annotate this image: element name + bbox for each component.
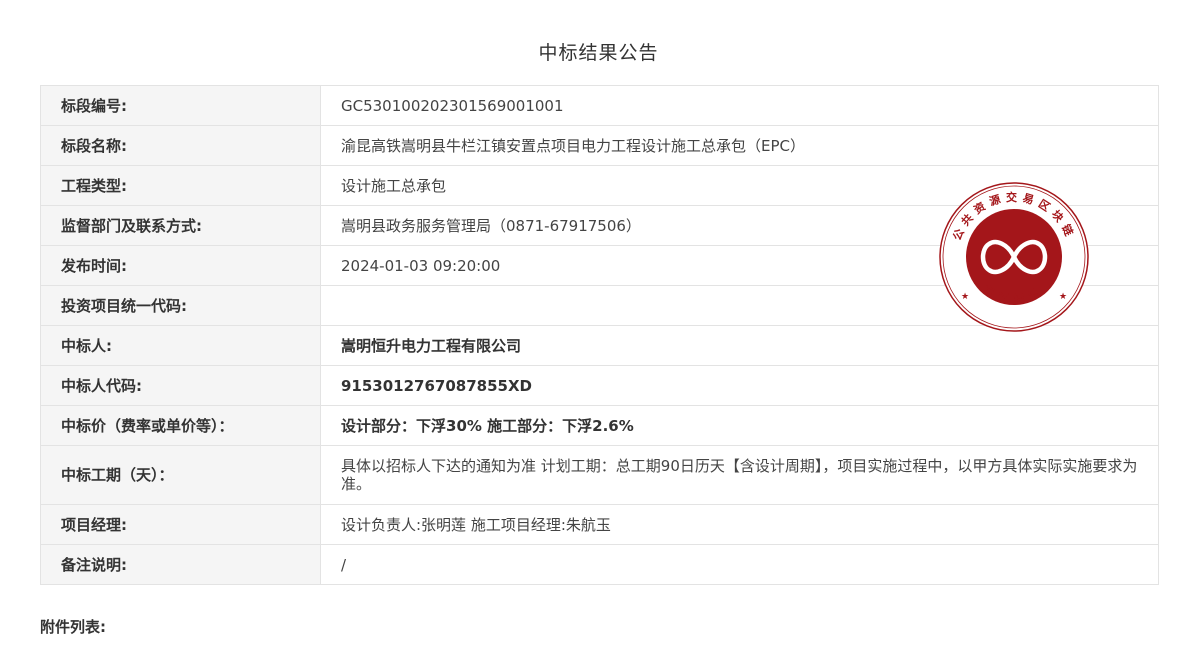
table-row: 中标价（费率或单价等）： 设计部分：下浮30% 施工部分：下浮2.6% (40, 405, 1159, 446)
seal-star-left: ★ (961, 292, 969, 302)
table-row: 中标工期（天）： 具体以招标人下达的通知为准 计划工期：总工期90日历天【含设计… (40, 445, 1159, 505)
blockchain-seal: 公共资源交易区块链 存证标识 ★ ★ (938, 181, 1090, 333)
row-value-section-no: GC530100202301569001001 (320, 85, 1159, 126)
row-label-section-no: 标段编号: (40, 85, 321, 126)
seal-icon: 公共资源交易区块链 存证标识 ★ ★ (939, 182, 1089, 332)
row-label-winner-code: 中标人代码: (40, 365, 321, 406)
row-label-project-type: 工程类型: (40, 165, 321, 206)
row-value-section-name: 渝昆高铁嵩明县牛栏江镇安置点项目电力工程设计施工总承包（EPC） (320, 125, 1159, 166)
row-value-remarks: / (320, 544, 1159, 585)
row-label-project-manager: 项目经理: (40, 504, 321, 545)
table-row: 项目经理: 设计负责人:张明莲 施工项目经理:朱航玉 (40, 504, 1159, 545)
row-label-section-name: 标段名称: (40, 125, 321, 166)
table-row: 中标人代码: 9153012767087855XD (40, 365, 1159, 406)
bid-result-table: 标段编号: GC530100202301569001001 标段名称: 渝昆高铁… (40, 85, 1159, 585)
attachments-label: 附件列表: (40, 618, 106, 636)
row-label-duration: 中标工期（天）： (40, 445, 321, 505)
table-row: 标段编号: GC530100202301569001001 (40, 85, 1159, 126)
row-label-bid-price: 中标价（费率或单价等）： (40, 405, 321, 446)
row-label-supervisor: 监督部门及联系方式: (40, 205, 321, 246)
seal-star-right: ★ (1059, 292, 1067, 302)
row-value-project-manager: 设计负责人:张明莲 施工项目经理:朱航玉 (320, 504, 1159, 545)
row-value-duration: 具体以招标人下达的通知为准 计划工期：总工期90日历天【含设计周期】，项目实施过… (320, 445, 1159, 505)
page-title: 中标结果公告 (538, 42, 659, 64)
row-label-remarks: 备注说明: (40, 544, 321, 585)
table-row: 标段名称: 渝昆高铁嵩明县牛栏江镇安置点项目电力工程设计施工总承包（EPC） (40, 125, 1159, 166)
table-row: 备注说明: / (40, 544, 1159, 585)
row-value-winner-code: 9153012767087855XD (320, 365, 1159, 406)
row-label-project-code: 投资项目统一代码: (40, 285, 321, 326)
row-label-winner: 中标人: (40, 325, 321, 366)
row-value-bid-price: 设计部分：下浮30% 施工部分：下浮2.6% (320, 405, 1159, 446)
row-label-publish-time: 发布时间: (40, 245, 321, 286)
